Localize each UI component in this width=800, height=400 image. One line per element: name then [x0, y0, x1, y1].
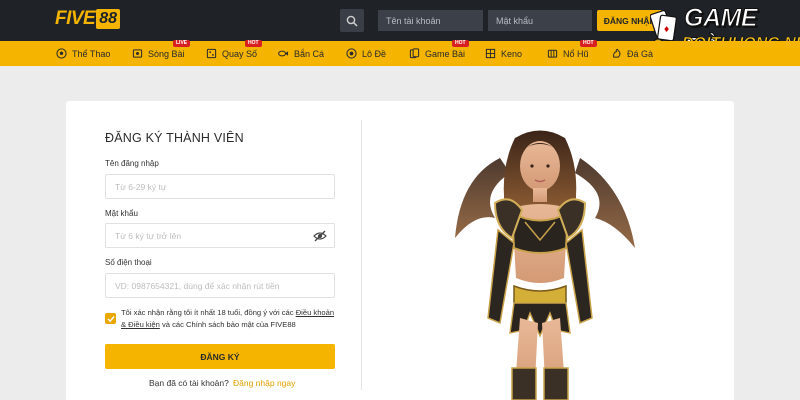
hot-badge: HOT — [245, 40, 262, 47]
cards-icon — [408, 48, 420, 60]
terms-link[interactable]: Điều khoản — [296, 308, 334, 317]
nav-label: Lô Đề — [362, 48, 387, 59]
nav-label: Keno — [501, 48, 523, 59]
nav-label: Quay Số — [222, 48, 258, 59]
register-password-field[interactable]: Từ 6 ký tự trở lên — [105, 223, 335, 248]
form-title: ĐĂNG KÝ THÀNH VIÊN — [105, 131, 244, 145]
username-label: Tên đăng nhập — [105, 159, 159, 168]
hot-badge: HOT — [452, 40, 469, 47]
nav-label: Game Bài — [425, 48, 466, 59]
five88-logo[interactable]: FIVE 88 — [55, 8, 121, 30]
lotto-icon — [345, 48, 357, 60]
nav-label: Nổ Hũ — [563, 48, 589, 59]
lottery-icon — [205, 48, 217, 60]
logo-number: 88 — [96, 9, 121, 29]
soccer-ball-icon — [55, 48, 67, 60]
nav-label: Bắn Cá — [294, 48, 325, 59]
search-button[interactable] — [340, 9, 364, 32]
check-icon — [107, 315, 115, 322]
terms-text: Tôi xác nhận rằng tôi ít nhất 18 tuổi, đ… — [121, 307, 337, 331]
eye-off-icon[interactable] — [313, 230, 327, 242]
nav-label: Sòng Bài — [148, 48, 185, 59]
register-phone-field[interactable]: VD: 0987654321, dùng để xác nhận rút tiề… — [105, 273, 335, 298]
phone-label: Số điện thoại — [105, 258, 152, 267]
nav-item-ban-ca[interactable]: Bắn Cá — [277, 41, 324, 66]
register-username-field[interactable]: Từ 6-29 ký tự — [105, 174, 335, 199]
have-account-text: Bạn đã có tài khoản? — [149, 378, 229, 388]
login-now-link[interactable]: Đăng nhập ngay — [233, 378, 295, 388]
search-icon — [346, 15, 358, 27]
hot-badge: HOT — [580, 40, 597, 47]
nav-item-lo-de[interactable]: Lô Đề — [345, 41, 386, 66]
username-input[interactable] — [378, 10, 483, 31]
terms-checkbox[interactable] — [105, 313, 116, 324]
terms-suffix: và các Chính sách bảo mật của FIVE88 — [159, 320, 296, 329]
nav-item-no-hu[interactable]: Nổ Hũ HOT — [546, 40, 597, 66]
nav-item-quay-so[interactable]: Quay Số HOT — [205, 40, 262, 66]
password-label: Mật khẩu — [105, 209, 138, 218]
casino-icon — [131, 48, 143, 60]
terms-prefix: Tôi xác nhận rằng tôi ít nhất 18 tuổi, đ… — [121, 308, 296, 317]
nav-label: Thể Thao — [72, 48, 111, 59]
fish-icon — [277, 48, 289, 60]
password-input[interactable] — [488, 10, 592, 31]
svg-text:♦: ♦ — [663, 25, 670, 34]
nav-item-keno[interactable]: Keno — [484, 41, 522, 66]
logo-text: FIVE — [55, 8, 96, 29]
main-nav: Thể Thao Sòng Bài LIVE Quay Số HOT Bắn C… — [0, 40, 800, 66]
register-button[interactable]: ĐĂNG KÝ — [105, 344, 335, 369]
nav-item-da-ga[interactable]: Đá Gà — [610, 41, 653, 66]
keno-icon — [484, 48, 496, 60]
card-divider — [361, 120, 362, 390]
nav-item-song-bai[interactable]: Sòng Bài LIVE — [131, 40, 191, 66]
jackpot-icon — [546, 48, 558, 60]
nav-item-the-thao[interactable]: Thể Thao — [55, 41, 110, 66]
nav-item-game-bai[interactable]: Game Bài HOT — [408, 40, 469, 66]
live-badge: LIVE — [173, 40, 191, 47]
nav-label: Đá Gà — [627, 48, 654, 59]
warrior-illustration — [455, 130, 635, 400]
conditions-link[interactable]: & Điều kiện — [121, 320, 160, 329]
rooster-icon — [610, 48, 622, 60]
